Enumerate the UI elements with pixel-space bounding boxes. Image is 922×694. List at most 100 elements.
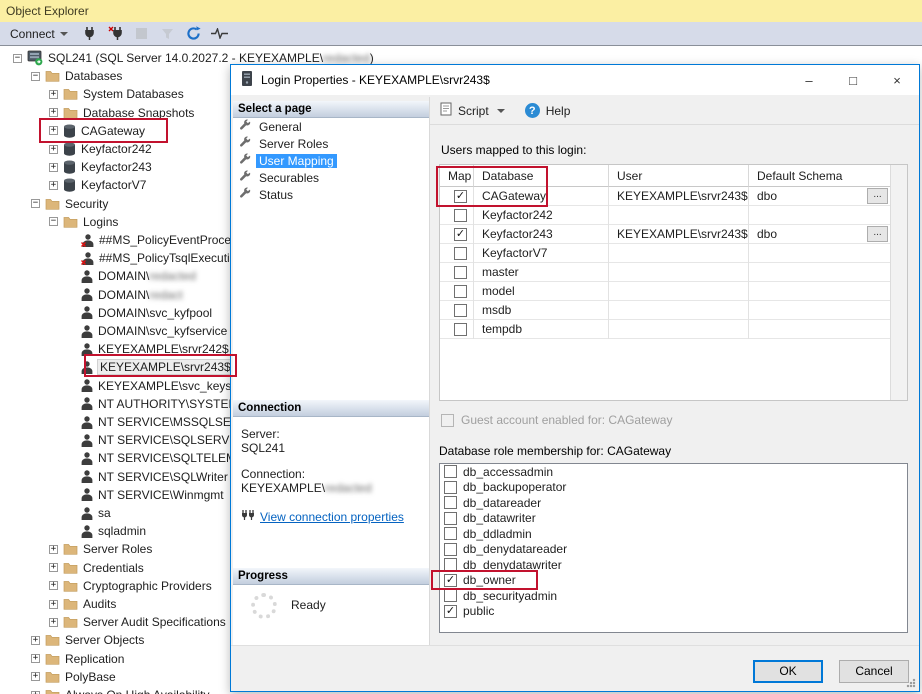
mapping-row-model[interactable]: model <box>440 282 891 301</box>
tree-item-nt-service-sqlwriter[interactable]: NT SERVICE\SQLWriter <box>67 468 228 486</box>
resize-grip[interactable] <box>906 678 916 688</box>
tree-item-always-on-high-availability[interactable]: +Always On High Availability <box>31 686 210 694</box>
tree-item-domain-svc-kyfservice[interactable]: DOMAIN\svc_kyfservice <box>67 322 227 340</box>
tree-expander[interactable]: − <box>13 54 22 63</box>
tree-item-keyfactor243[interactable]: +Keyfactor243 <box>49 158 152 176</box>
role-item-db_datawriter[interactable]: db_datawriter <box>440 511 907 527</box>
role-item-db_backupoperator[interactable]: db_backupoperator <box>440 480 907 496</box>
minimize-button[interactable]: – <box>787 65 831 95</box>
tree-item-replication[interactable]: +Replication <box>31 650 124 668</box>
browse-schema-button[interactable]: ... <box>867 226 888 242</box>
page-item-server-roles[interactable]: Server Roles <box>233 135 429 152</box>
role-checkbox-db_denydatareader[interactable] <box>444 543 457 556</box>
page-item-user-mapping[interactable]: User Mapping <box>233 152 429 169</box>
map-checkbox-keyfactor242[interactable] <box>454 209 467 222</box>
map-checkbox-model[interactable] <box>454 285 467 298</box>
tree-item-polybase[interactable]: +PolyBase <box>31 668 116 686</box>
tree-item-nt-authority-system[interactable]: NT AUTHORITY\SYSTEM <box>67 395 238 413</box>
map-checkbox-master[interactable] <box>454 266 467 279</box>
tree-item-domain[interactable]: DOMAIN\redacted <box>67 267 196 285</box>
disconnect-plug-icon[interactable] <box>106 24 126 44</box>
role-item-db_securityadmin[interactable]: db_securityadmin <box>440 588 907 604</box>
close-button[interactable]: × <box>875 65 919 95</box>
tree-expander[interactable]: + <box>31 636 40 645</box>
mapping-row-keyfactorv7[interactable]: KeyfactorV7 <box>440 244 891 263</box>
tree-expander[interactable]: + <box>49 563 58 572</box>
browse-schema-button[interactable]: ... <box>867 188 888 204</box>
dialog-titlebar[interactable]: Login Properties - KEYEXAMPLE\srvr243$ –… <box>231 65 919 95</box>
page-item-status[interactable]: Status <box>233 186 429 203</box>
view-connection-properties-link[interactable]: View connection properties <box>260 510 404 524</box>
role-checkbox-db_securityadmin[interactable] <box>444 589 457 602</box>
tree-expander[interactable]: + <box>31 654 40 663</box>
role-checkbox-public[interactable] <box>444 605 457 618</box>
tree-expander[interactable]: − <box>49 217 58 226</box>
tree-expander[interactable]: + <box>49 600 58 609</box>
tree-expander[interactable]: + <box>49 108 58 117</box>
role-checkbox-db_backupoperator[interactable] <box>444 481 457 494</box>
role-item-db_denydatareader[interactable]: db_denydatareader <box>440 542 907 558</box>
script-button[interactable]: Script <box>458 104 489 118</box>
map-checkbox-msdb[interactable] <box>454 304 467 317</box>
page-item-securables[interactable]: Securables <box>233 169 429 186</box>
mapping-row-master[interactable]: master <box>440 263 891 282</box>
map-checkbox-keyfactorv7[interactable] <box>454 247 467 260</box>
role-item-db_accessadmin[interactable]: db_accessadmin <box>440 464 907 480</box>
tree-expander[interactable]: + <box>31 691 40 694</box>
tree-item-cagateway[interactable]: +CAGateway <box>49 122 145 140</box>
role-checkbox-db_owner[interactable] <box>444 574 457 587</box>
role-checkbox-db_datawriter[interactable] <box>444 512 457 525</box>
tree-item-audits[interactable]: +Audits <box>49 595 116 613</box>
role-item-db_ddladmin[interactable]: db_ddladmin <box>440 526 907 542</box>
tree-expander[interactable]: + <box>49 181 58 190</box>
activity-monitor-icon[interactable] <box>210 24 230 44</box>
role-item-db_owner[interactable]: db_owner <box>440 573 907 589</box>
page-item-general[interactable]: General <box>233 118 429 135</box>
role-checkbox-db_ddladmin[interactable] <box>444 527 457 540</box>
tree-item-credentials[interactable]: +Credentials <box>49 559 144 577</box>
tree-item-keyexample-srvr242[interactable]: KEYEXAMPLE\srvr242$ <box>67 340 229 358</box>
maximize-button[interactable]: □ <box>831 65 875 95</box>
tree-expander[interactable]: − <box>31 72 40 81</box>
tree-item-server-roles[interactable]: +Server Roles <box>49 540 152 558</box>
tree-item-nt-service-winmgmt[interactable]: NT SERVICE\Winmgmt <box>67 486 224 504</box>
tree-expander[interactable]: + <box>49 90 58 99</box>
tree-item-databases[interactable]: −Databases <box>31 67 122 85</box>
ok-button[interactable]: OK <box>753 660 823 683</box>
tree-item-keyfactorv7[interactable]: +KeyfactorV7 <box>49 176 146 194</box>
help-button[interactable]: Help <box>546 104 571 118</box>
tree-item-sa[interactable]: sa <box>67 504 111 522</box>
role-item-public[interactable]: public <box>440 604 907 620</box>
role-checkbox-db_denydatawriter[interactable] <box>444 558 457 571</box>
tree-expander[interactable]: + <box>49 581 58 590</box>
mapping-row-keyfactor243[interactable]: Keyfactor243 KEYEXAMPLE\srvr243$ dbo... <box>440 225 891 244</box>
tree-expander[interactable]: + <box>49 618 58 627</box>
role-checkbox-db_datareader[interactable] <box>444 496 457 509</box>
tree-item-domain-svc-kyfpool[interactable]: DOMAIN\svc_kyfpool <box>67 304 212 322</box>
connect-button[interactable]: Connect <box>4 25 74 43</box>
connect-plug-icon[interactable] <box>80 24 100 44</box>
grid-scrollbar[interactable] <box>890 165 907 400</box>
tree-item-ms-policytsqlexecuti[interactable]: ##MS_PolicyTsqlExecuti <box>67 249 230 267</box>
map-checkbox-keyfactor243[interactable] <box>454 228 467 241</box>
role-item-db_datareader[interactable]: db_datareader <box>440 495 907 511</box>
mapping-row-msdb[interactable]: msdb <box>440 301 891 320</box>
tree-item-keyexample-srvr243[interactable]: KEYEXAMPLE\srvr243$ <box>67 358 233 376</box>
role-item-db_denydatawriter[interactable]: db_denydatawriter <box>440 557 907 573</box>
mapping-row-cagateway[interactable]: CAGateway KEYEXAMPLE\srvr243$ dbo... <box>440 187 891 206</box>
script-dropdown-icon[interactable] <box>497 109 505 113</box>
tree-item-nt-service-mssqlserv[interactable]: NT SERVICE\MSSQLSERV <box>67 413 247 431</box>
tree-expander[interactable]: + <box>31 672 40 681</box>
tree-item-nt-service-sqlserver[interactable]: NT SERVICE\SQLSERVER <box>67 431 246 449</box>
cancel-button[interactable]: Cancel <box>839 660 909 683</box>
tree-item-security[interactable]: −Security <box>31 195 108 213</box>
tree-expander[interactable]: + <box>49 126 58 135</box>
tree-expander[interactable]: + <box>49 545 58 554</box>
tree-item-server-audit-specifications[interactable]: +Server Audit Specifications <box>49 613 226 631</box>
tree-item-cryptographic-providers[interactable]: +Cryptographic Providers <box>49 577 212 595</box>
tree-item-nt-service-sqlteleme[interactable]: NT SERVICE\SQLTELEME <box>67 449 244 467</box>
refresh-icon[interactable] <box>184 24 204 44</box>
tree-item-database-snapshots[interactable]: +Database Snapshots <box>49 104 194 122</box>
tree-item-logins[interactable]: −Logins <box>49 213 118 231</box>
mapping-row-keyfactor242[interactable]: Keyfactor242 <box>440 206 891 225</box>
